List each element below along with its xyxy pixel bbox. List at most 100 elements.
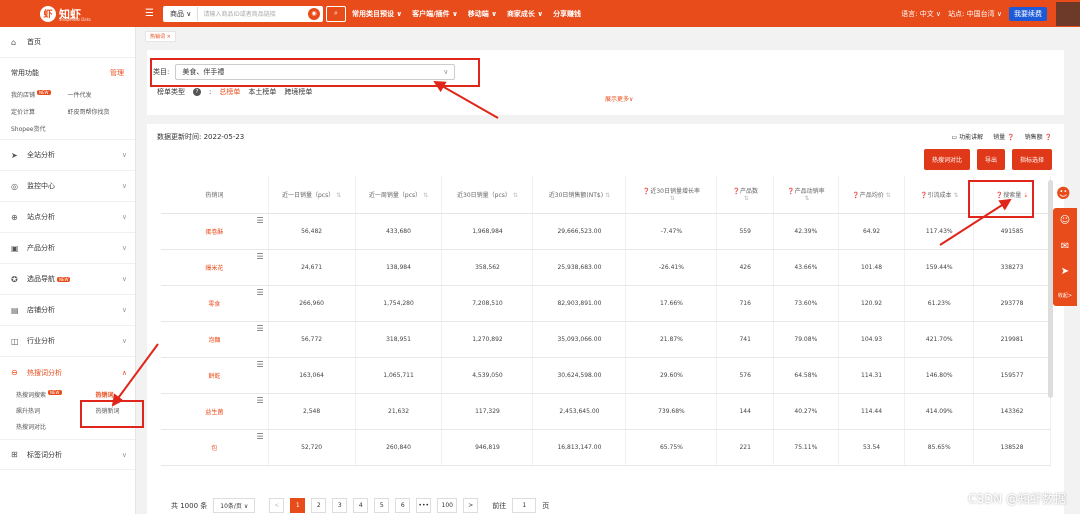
- page-ellipsis[interactable]: •••: [416, 498, 432, 513]
- renew-button[interactable]: 我要续费: [1009, 6, 1047, 21]
- drag-handle-icon[interactable]: ☰: [256, 216, 263, 225]
- col-sell-through[interactable]: ❓产品动销率 ⇅: [773, 176, 839, 214]
- sidebar-item-tag-words[interactable]: ⊞ 标签词分析 ∨: [0, 439, 135, 470]
- sort-icon[interactable]: ⇅: [513, 192, 518, 199]
- sort-icon[interactable]: ⇅: [804, 195, 809, 202]
- drag-handle-icon[interactable]: ☰: [256, 324, 263, 333]
- drag-handle-icon[interactable]: ☰: [256, 288, 263, 297]
- submenu-rising-words[interactable]: 飙升热词: [16, 406, 76, 415]
- export-button[interactable]: 导出: [976, 149, 1005, 170]
- sidebar-item-selection[interactable]: ✪ 选品导航 NEW ∨: [0, 264, 135, 295]
- goto-page-input[interactable]: 1: [512, 498, 537, 513]
- sort-icon[interactable]: ⇅: [336, 192, 341, 199]
- submenu-words-compare[interactable]: 热搜词对比: [16, 422, 76, 431]
- col-sales-7d[interactable]: 近一周销量（pcs） ⇅: [355, 176, 443, 214]
- nav-item-share-earn[interactable]: 分享赚钱: [553, 9, 581, 19]
- sidebar-item-station[interactable]: ⊕ 站点分析 ∨: [0, 202, 135, 233]
- common-item-find-goods[interactable]: 虾皮哥帮你找货: [68, 107, 125, 116]
- drag-handle-icon[interactable]: ☰: [256, 432, 263, 441]
- rank-type-local[interactable]: 本土榜单: [248, 87, 276, 97]
- sort-icon[interactable]: ⇅: [886, 192, 891, 199]
- col-sales-30d[interactable]: 近30日销量（pcs） ⇅: [441, 176, 534, 214]
- common-item-pricing[interactable]: 定价计算: [11, 107, 68, 116]
- logo[interactable]: 虾 知虾 ShopeeBiz Data: [40, 5, 140, 22]
- common-item-my-shop[interactable]: 我的店铺 NEW: [11, 90, 68, 99]
- page-button[interactable]: 4: [353, 498, 369, 513]
- search-category-select[interactable]: 商品 ∨: [164, 6, 199, 21]
- sort-icon[interactable]: ⇅: [670, 195, 675, 202]
- feature-guide-link[interactable]: ▭ 功能讲解: [952, 132, 984, 141]
- wechat-icon[interactable]: ✉: [1061, 241, 1069, 252]
- nav-item-mobile[interactable]: 移动端 ∨: [468, 9, 497, 19]
- customer-service-icon[interactable]: ☺: [1060, 215, 1070, 226]
- page-button[interactable]: 100: [437, 498, 458, 513]
- col-revenue-30d[interactable]: 近30日销售额(NT$) ⇅: [532, 176, 627, 214]
- nav-item-client-plugin[interactable]: 客户端/插件 ∨: [412, 9, 458, 19]
- nav-item-merchant-growth[interactable]: 商家成长 ∨: [507, 9, 543, 19]
- page-button[interactable]: 1: [290, 498, 306, 513]
- collapse-button[interactable]: 收起>: [1058, 292, 1072, 299]
- col-product-count[interactable]: ❓产品数 ⇅: [716, 176, 774, 214]
- expand-more-link[interactable]: 展示更多∨: [605, 94, 633, 103]
- submenu-hot-sales-words[interactable]: 热销词: [76, 390, 136, 399]
- col-traffic-cost[interactable]: ❓引流成本 ⇅: [904, 176, 975, 214]
- page-button[interactable]: 5: [374, 498, 390, 513]
- compare-button[interactable]: 热搜词对比: [923, 149, 970, 170]
- sort-icon[interactable]: ⇅: [953, 192, 958, 199]
- sort-icon[interactable]: ⇅: [605, 192, 610, 199]
- table-cell: 117,329: [441, 393, 534, 430]
- keyword-cell[interactable]: 爆米花 ☰: [161, 249, 269, 286]
- nav-item-category-preset[interactable]: 常用类目预设 ∨: [352, 9, 402, 19]
- telegram-icon[interactable]: ➤: [1061, 266, 1069, 277]
- keyword-cell[interactable]: 餅乾 ☰: [161, 357, 269, 394]
- table-cell: 266,960: [268, 285, 356, 322]
- page-button[interactable]: 6: [395, 498, 411, 513]
- rank-type-total[interactable]: 总榜单: [219, 87, 240, 97]
- keyword-cell[interactable]: 泡麵 ☰: [161, 321, 269, 358]
- keyword-cell[interactable]: 包 ☰: [161, 429, 269, 466]
- language-select[interactable]: 语言: 中文 ∨: [901, 9, 941, 19]
- help-icon[interactable]: ?: [193, 88, 201, 96]
- common-item-forwarder[interactable]: Shopee货代: [11, 124, 68, 133]
- next-page-button[interactable]: >: [463, 498, 479, 513]
- sidebar-item-product[interactable]: ▣ 产品分析 ∨: [0, 233, 135, 264]
- submenu-hot-search[interactable]: 热搜词搜索 NEW: [16, 390, 76, 399]
- drag-handle-icon[interactable]: ☰: [256, 252, 263, 261]
- site-select[interactable]: 站点: 中国台湾 ∨: [948, 9, 1002, 19]
- manage-link[interactable]: 管理: [110, 68, 124, 78]
- page-button[interactable]: 3: [332, 498, 348, 513]
- robot-assistant-icon[interactable]: ☻: [1056, 186, 1074, 208]
- metric-select-button[interactable]: 指标选择: [1011, 149, 1052, 170]
- avatar[interactable]: [1056, 1, 1080, 26]
- sidebar-item-industry[interactable]: ◫ 行业分析 ∨: [0, 326, 135, 357]
- sort-icon[interactable]: ⇅: [423, 192, 428, 199]
- keyword-cell[interactable]: 零食 ☰: [161, 285, 269, 322]
- sidebar-item-shop[interactable]: ▤ 店铺分析 ∨: [0, 295, 135, 326]
- sidebar-item-home[interactable]: ⌂ 首页: [0, 27, 135, 58]
- sidebar-item-monitor[interactable]: ◎ 监控中心 ∨: [0, 171, 135, 202]
- hot-search-icon: ⊖: [11, 368, 18, 377]
- page-button[interactable]: 2: [311, 498, 327, 513]
- keyword-cell[interactable]: 益生菌 ☰: [161, 393, 269, 430]
- rank-type-cross-border[interactable]: 跨境榜单: [284, 87, 312, 97]
- sort-icon[interactable]: ⇅: [744, 195, 749, 202]
- sales-volume-help[interactable]: 销量 ❓: [993, 132, 1014, 141]
- page-size-select[interactable]: 10条/页 ∨: [213, 498, 256, 513]
- table-cell: 260,840: [355, 429, 443, 466]
- tab-hot-sales-words[interactable]: 热销词 ×: [145, 30, 176, 42]
- sidebar-item-hot-words[interactable]: ⊖ 热搜词分析 ∧: [0, 357, 135, 388]
- col-avg-price[interactable]: ❓产品均价 ⇅: [838, 176, 906, 214]
- menu-toggle-icon[interactable]: ☰: [145, 8, 159, 19]
- sidebar-item-site-analysis[interactable]: ➤ 全站分析 ∨: [0, 140, 135, 171]
- search-button[interactable]: ⌕: [326, 5, 346, 22]
- keyword-cell[interactable]: 蛋卷酥 ☰: [161, 213, 269, 250]
- prev-page-button[interactable]: <: [269, 498, 285, 513]
- common-item-dropship[interactable]: 一件代发: [68, 90, 125, 99]
- search-input[interactable]: 请输入商品ID或者商品链接: [198, 9, 306, 18]
- sales-amount-help[interactable]: 销售额 ❓: [1025, 132, 1052, 141]
- drag-handle-icon[interactable]: ☰: [256, 360, 263, 369]
- drag-handle-icon[interactable]: ☰: [256, 396, 263, 405]
- col-sales-1d[interactable]: 近一日销量（pcs） ⇅: [268, 176, 356, 214]
- col-growth-30d[interactable]: ❓近30日销量增长率 ⇅: [625, 176, 718, 214]
- camera-icon[interactable]: ◉: [306, 5, 322, 22]
